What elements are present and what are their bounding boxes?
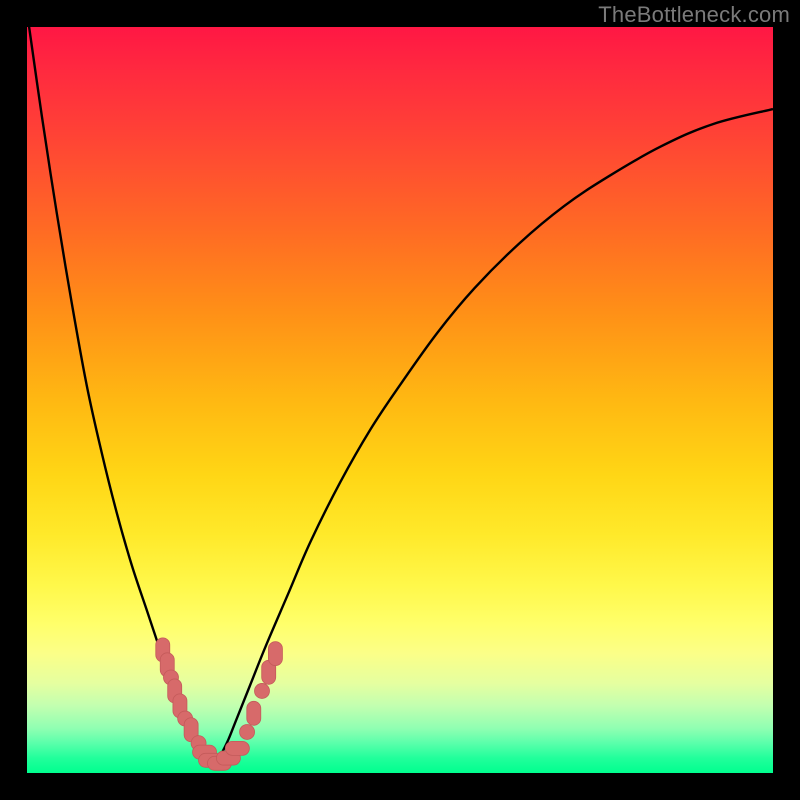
- chart-svg: [27, 27, 773, 773]
- watermark-text: TheBottleneck.com: [598, 2, 790, 28]
- marker-group: [156, 638, 283, 770]
- curve-lines: [27, 12, 773, 765]
- marker-14: [247, 701, 261, 725]
- curve-right-branch: [214, 109, 774, 765]
- marker-13: [240, 724, 255, 739]
- plot-area: [27, 27, 773, 773]
- marker-17: [268, 642, 282, 666]
- outer-frame: TheBottleneck.com: [0, 0, 800, 800]
- marker-12: [225, 741, 249, 755]
- marker-15: [254, 683, 269, 698]
- curve-left-branch: [27, 12, 214, 765]
